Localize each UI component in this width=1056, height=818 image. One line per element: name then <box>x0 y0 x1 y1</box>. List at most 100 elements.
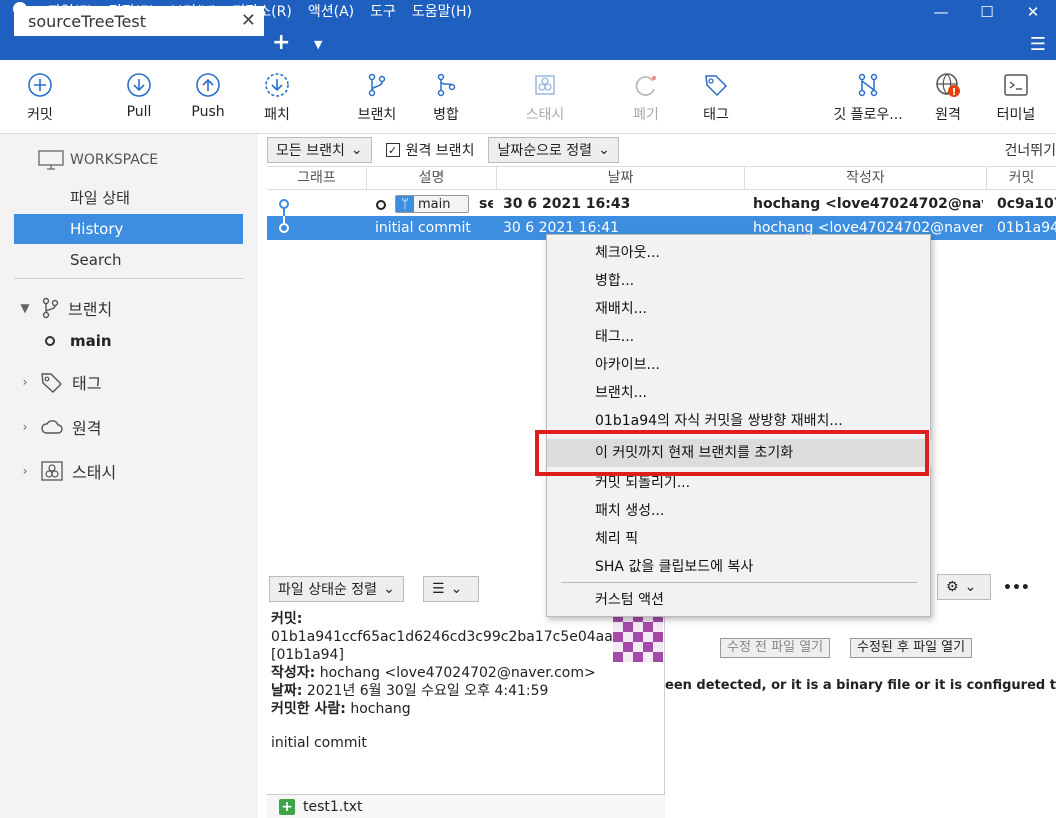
branch-button[interactable]: 브랜치 <box>345 70 409 130</box>
branch-main-label: main <box>70 332 112 350</box>
sort-dropdown[interactable]: 날짜순으로 정렬 ⌄ <box>488 137 619 163</box>
sidebar-group-stashes[interactable]: › 스태시 <box>18 459 116 483</box>
gitflow-button[interactable]: 깃 플로우... <box>822 70 914 130</box>
column-graph[interactable]: 그래프 <box>267 167 367 189</box>
gitflow-label: 깃 플로우... <box>833 107 903 123</box>
discard-label: 폐기 <box>633 107 659 123</box>
sidebar: WORKSPACE 파일 상태 History Search ▼ 브랜치 mai… <box>0 134 258 818</box>
chevron-down-icon: ▼ <box>20 301 30 315</box>
avatar <box>613 612 663 662</box>
file-sort-dropdown[interactable]: 파일 상태순 정렬 ⌄ <box>269 576 404 602</box>
history-column-header: 그래프 설명 날짜 작성자 커밋 <box>267 166 1056 190</box>
view-mode-dropdown[interactable]: ☰ ⌄ <box>423 576 479 602</box>
column-date[interactable]: 날짜 <box>497 167 745 189</box>
chevron-right-icon: › <box>22 375 28 389</box>
sidebar-item-search[interactable]: Search <box>14 245 243 275</box>
menu-item-create-patch[interactable]: 패치 생성... <box>547 497 932 525</box>
sidebar-group-branches[interactable]: ▼ 브랜치 <box>18 296 112 320</box>
commit-message: initial commit <box>271 735 367 751</box>
list-icon: ☰ <box>432 581 445 597</box>
column-description[interactable]: 설명 <box>367 167 497 189</box>
sort-label: 날짜순으로 정렬 <box>497 143 593 159</box>
toolbar: 커밋 Pull Push 패치 브랜치 병합 스태시 폐기 태그 깃 플로우..… <box>0 60 1056 134</box>
author-value: hochang <love47024702@naver.com> <box>319 665 596 681</box>
branch-badge-icon: ᛘ <box>396 196 414 212</box>
push-label: Push <box>191 104 225 120</box>
add-tab-button[interactable]: + <box>272 30 290 55</box>
file-list-item[interactable]: + test1.txt <box>267 794 665 818</box>
menu-item-tag[interactable]: 태그... <box>547 323 932 351</box>
pull-label: Pull <box>126 104 152 120</box>
commit-info: 커밋: 01b1a941ccf65ac1d6246cd3c99c2ba17c5e… <box>271 610 613 752</box>
history-row[interactable]: ᛘ main se 30 6 2021 16:43 hochang <love4… <box>267 192 1056 236</box>
remote-branches-checkbox[interactable]: ✓ <box>385 143 400 157</box>
row-commit: 0c9a107 <box>997 196 1056 212</box>
chevron-down-icon: ⌄ <box>383 581 395 597</box>
column-commit[interactable]: 커밋 <box>987 167 1056 189</box>
branches-label: 브랜치 <box>68 300 113 319</box>
branch-label-main: ᛘ main <box>395 195 470 213</box>
skip-label[interactable]: 건너뛰기 <box>1004 140 1056 160</box>
menu-item-cherry-pick[interactable]: 체리 픽 <box>547 525 932 553</box>
menu-tools[interactable]: 도구 <box>362 0 404 24</box>
menu-item-branch[interactable]: 브랜치... <box>547 379 932 407</box>
branch-icon <box>368 73 386 97</box>
row-description: se <box>479 196 493 212</box>
minimize-button[interactable]: — <box>918 0 964 24</box>
patch-button[interactable]: 패치 <box>245 70 309 130</box>
branch-label: 브랜치 <box>357 107 397 123</box>
commit-button[interactable]: 커밋 <box>8 70 72 130</box>
menu-item-custom-actions[interactable]: 커스텀 액션 <box>547 586 932 614</box>
terminal-button[interactable]: 터미널 <box>984 70 1048 130</box>
diff-settings-dropdown[interactable]: ⚙ ⌄ <box>937 574 991 600</box>
date-label: 날짜: <box>271 683 303 699</box>
remote-button[interactable]: ! 원격 <box>916 70 980 130</box>
menu-item-archive[interactable]: 아카이브... <box>547 351 932 379</box>
chevron-down-icon: ⌄ <box>350 142 363 158</box>
open-before-button[interactable]: 수정 전 파일 열기 <box>720 638 831 658</box>
branch-dot-icon <box>45 336 55 346</box>
menu-item-merge[interactable]: 병합... <box>547 267 932 295</box>
remote-label: 원격 <box>935 107 961 123</box>
gear-icon: ⚙ <box>946 579 959 595</box>
tab-repository[interactable]: sourceTreeTest ✕ <box>14 6 264 36</box>
menu-item-checkout[interactable]: 체크아웃... <box>547 239 932 267</box>
commit-hash[interactable]: 01b1a941ccf65ac1d6246cd3c99c2ba17c5e04aa <box>271 628 613 646</box>
context-menu: 체크아웃... 병합... 재배치... 태그... 아카이브... 브랜치..… <box>546 234 932 617</box>
file-name: test1.txt <box>303 798 363 815</box>
hamburger-menu-icon[interactable]: ☰ <box>1030 34 1046 55</box>
column-author[interactable]: 작성자 <box>745 167 987 189</box>
discard-button[interactable]: 폐기 <box>614 70 678 130</box>
pull-button[interactable]: Pull <box>107 70 171 130</box>
stash-icon <box>535 75 555 95</box>
globe-icon: ! <box>936 73 960 98</box>
sidebar-item-history[interactable]: History <box>14 214 243 244</box>
graph-node-icon <box>279 216 289 233</box>
committer-value: hochang <box>350 701 411 717</box>
close-window-button[interactable]: ✕ <box>1010 0 1056 24</box>
file-sort-label: 파일 상태순 정렬 <box>278 582 378 598</box>
tag-button[interactable]: 태그 <box>684 70 748 130</box>
more-options-icon[interactable]: ••• <box>1003 580 1030 596</box>
stash-button[interactable]: 스태시 <box>513 70 577 130</box>
chevron-down-icon: ⌄ <box>598 142 610 158</box>
sidebar-group-tags[interactable]: › 태그 <box>18 370 101 394</box>
open-after-button[interactable]: 수정된 후 파일 열기 <box>850 638 973 658</box>
menu-actions[interactable]: 액션(A) <box>300 0 362 24</box>
branch-filter-dropdown[interactable]: 모든 브랜치 ⌄ <box>267 137 372 163</box>
highlight-annotation <box>535 430 929 476</box>
push-button[interactable]: Push <box>176 70 240 130</box>
menu-help[interactable]: 도움말(H) <box>404 0 480 24</box>
maximize-button[interactable]: ☐ <box>964 0 1010 24</box>
remote-branches-toggle[interactable]: ✓ 원격 브랜치 <box>385 140 474 160</box>
menu-item-copy-sha[interactable]: SHA 값을 클립보드에 복사 <box>547 553 932 581</box>
close-tab-icon[interactable]: ✕ <box>241 10 256 31</box>
branch-item-main[interactable]: main <box>44 332 112 350</box>
merge-button[interactable]: 병합 <box>414 70 478 130</box>
menu-item-rebase[interactable]: 재배치... <box>547 295 932 323</box>
sidebar-group-remotes[interactable]: › 원격 <box>18 415 102 439</box>
sidebar-item-file-status[interactable]: 파일 상태 <box>14 183 243 213</box>
tab-dropdown-icon[interactable]: ▼ <box>314 38 322 51</box>
commit-plus-icon <box>28 73 52 97</box>
window-controls: — ☐ ✕ <box>918 0 1056 24</box>
